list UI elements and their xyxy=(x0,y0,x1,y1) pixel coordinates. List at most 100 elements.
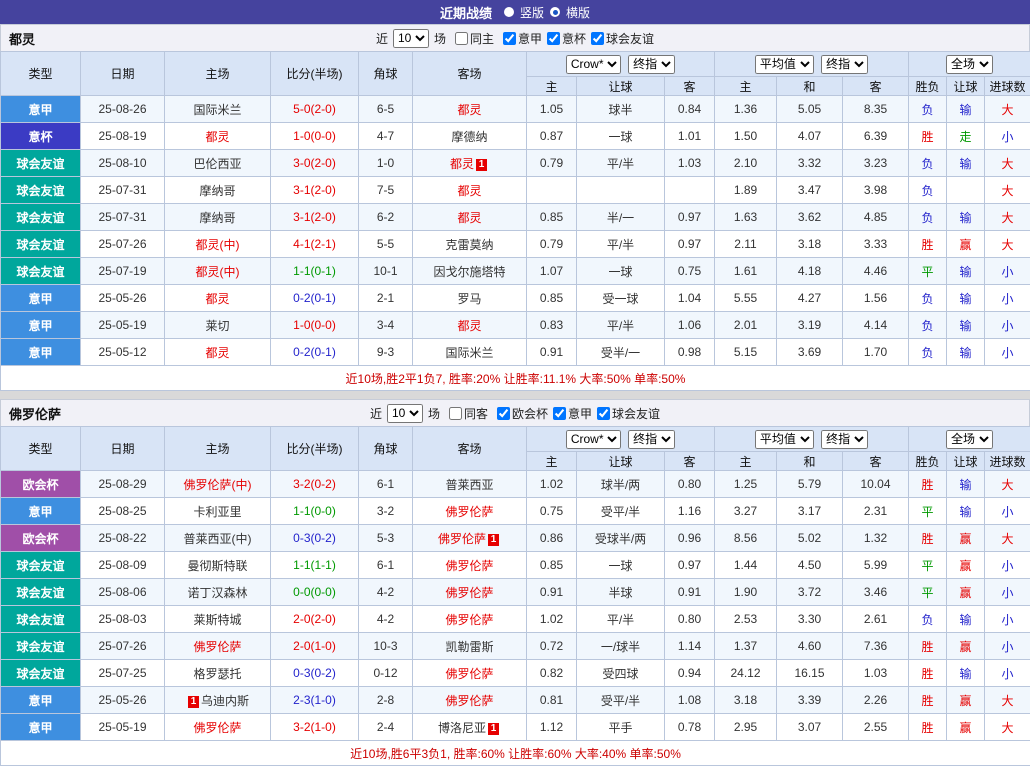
match-date-cell: 25-05-26 xyxy=(81,285,165,312)
corners-cell: 10-3 xyxy=(359,633,413,660)
avg-home-cell: 2.95 xyxy=(715,714,777,741)
match-type-cell: 球会友谊 xyxy=(1,579,81,606)
result-wl-cell: 平 xyxy=(909,258,947,285)
avg-time-select[interactable]: 终指 xyxy=(821,430,868,449)
away-team-cell: 凯勒雷斯 xyxy=(413,633,527,660)
result-wl-cell: 胜 xyxy=(909,660,947,687)
result-handicap-cell: 赢 xyxy=(947,579,985,606)
avg-draw-cell: 4.50 xyxy=(777,552,843,579)
league-option-1[interactable]: 意甲 xyxy=(503,30,542,47)
odds-home-cell: 0.91 xyxy=(527,579,577,606)
league-option-1[interactable]: 欧会杯 xyxy=(497,405,548,422)
scope-select[interactable]: 全场 xyxy=(946,55,993,74)
avg-away-cell: 5.99 xyxy=(843,552,909,579)
avg-home-cell: 24.12 xyxy=(715,660,777,687)
team-name-text: 诺丁汉森林 xyxy=(187,586,247,600)
league-label-3: 球会友谊 xyxy=(606,30,654,47)
odds-company-select[interactable]: Crow* xyxy=(566,430,621,449)
handicap-cell: 平/半 xyxy=(577,150,665,177)
same-venue-label: 同主 xyxy=(470,30,494,47)
same-venue-option[interactable]: 同客 xyxy=(449,405,488,422)
match-type-cell: 意甲 xyxy=(1,312,81,339)
col-avg-draw: 和 xyxy=(777,452,843,471)
score-cell: 0-3(0-2) xyxy=(271,525,359,552)
odds-time-select[interactable]: 终指 xyxy=(628,55,675,74)
league-checkbox-1[interactable] xyxy=(503,32,516,45)
same-venue-checkbox[interactable] xyxy=(455,32,468,45)
league-checkbox-3[interactable] xyxy=(591,32,604,45)
result-handicap-cell: 输 xyxy=(947,660,985,687)
radio-horizontal-icon[interactable] xyxy=(550,7,560,17)
avg-home-cell: 1.50 xyxy=(715,123,777,150)
avg-draw-cell: 16.15 xyxy=(777,660,843,687)
away-team-cell: 摩德纳 xyxy=(413,123,527,150)
team-name-text: 都灵(中) xyxy=(196,238,240,252)
home-team-cell: 摩纳哥 xyxy=(165,204,271,231)
home-team-cell: 曼彻斯特联 xyxy=(165,552,271,579)
result-group-header: 全场 xyxy=(909,52,1030,77)
result-handicap-cell: 赢 xyxy=(947,687,985,714)
col-type: 类型 xyxy=(1,52,81,96)
avg-type-select[interactable]: 平均值 xyxy=(755,55,814,74)
fiorentina-results-table: 类型 日期 主场 比分(半场) 角球 客场 Crow* 终指 平均值 终指 全场 xyxy=(0,426,1030,766)
odds-time-select[interactable]: 终指 xyxy=(628,430,675,449)
league-option-3[interactable]: 球会友谊 xyxy=(591,30,654,47)
col-away: 客场 xyxy=(413,427,527,471)
col-avg-home: 主 xyxy=(715,77,777,96)
odds-home-cell: 0.85 xyxy=(527,552,577,579)
radio-vertical-label[interactable]: 竖版 xyxy=(520,4,544,21)
match-date-cell: 25-07-31 xyxy=(81,177,165,204)
match-date-cell: 25-05-26 xyxy=(81,687,165,714)
match-date-cell: 25-07-31 xyxy=(81,204,165,231)
avg-draw-cell: 3.69 xyxy=(777,339,843,366)
handicap-cell: 受四球 xyxy=(577,660,665,687)
match-row: 欧会杯25-08-22普莱西亚(中)0-3(0-2)5-3佛罗伦萨10.86受球… xyxy=(1,525,1030,552)
result-handicap-cell: 输 xyxy=(947,204,985,231)
league-checkbox-2[interactable] xyxy=(547,32,560,45)
odds-home-cell: 1.05 xyxy=(527,96,577,123)
league-option-2[interactable]: 意甲 xyxy=(553,405,592,422)
avg-home-cell: 5.55 xyxy=(715,285,777,312)
avg-time-select[interactable]: 终指 xyxy=(821,55,868,74)
fiorentina-summary: 近10场,胜6平3负1, 胜率:60% 让胜率:60% 大率:40% 单率:50… xyxy=(1,741,1030,766)
corners-cell: 5-3 xyxy=(359,525,413,552)
handicap-cell: 一球 xyxy=(577,123,665,150)
result-handicap-cell: 输 xyxy=(947,150,985,177)
team-name-text: 都灵 xyxy=(205,346,229,360)
odds-company-select[interactable]: Crow* xyxy=(566,55,621,74)
league-option-2[interactable]: 意杯 xyxy=(547,30,586,47)
home-team-cell: 1乌迪内斯 xyxy=(165,687,271,714)
league-checkbox-3[interactable] xyxy=(597,407,610,420)
result-goals-cell: 大 xyxy=(985,204,1030,231)
match-date-cell: 25-05-12 xyxy=(81,339,165,366)
away-team-cell: 佛罗伦萨 xyxy=(413,498,527,525)
match-date-cell: 25-07-26 xyxy=(81,633,165,660)
away-team-cell: 佛罗伦萨 xyxy=(413,660,527,687)
avg-away-cell: 8.35 xyxy=(843,96,909,123)
match-type-cell: 球会友谊 xyxy=(1,177,81,204)
odds-home-cell: 0.81 xyxy=(527,687,577,714)
league-checkbox-1[interactable] xyxy=(497,407,510,420)
handicap-cell: 一球 xyxy=(577,552,665,579)
match-count-select[interactable]: 10 xyxy=(387,404,423,423)
scope-select[interactable]: 全场 xyxy=(946,430,993,449)
corners-cell: 3-2 xyxy=(359,498,413,525)
same-venue-option[interactable]: 同主 xyxy=(455,30,494,47)
handicap-cell: 半/一 xyxy=(577,204,665,231)
radio-vertical-icon[interactable] xyxy=(504,7,514,17)
avg-type-select[interactable]: 平均值 xyxy=(755,430,814,449)
page-title: 近期战绩 xyxy=(440,3,492,22)
home-team-cell: 国际米兰 xyxy=(165,96,271,123)
col-date: 日期 xyxy=(81,52,165,96)
league-checkbox-2[interactable] xyxy=(553,407,566,420)
avg-away-cell: 1.32 xyxy=(843,525,909,552)
result-handicap-cell: 赢 xyxy=(947,552,985,579)
score-cell: 0-2(0-1) xyxy=(271,285,359,312)
avg-home-cell: 1.61 xyxy=(715,258,777,285)
avg-away-cell: 3.23 xyxy=(843,150,909,177)
same-venue-checkbox[interactable] xyxy=(449,407,462,420)
league-option-3[interactable]: 球会友谊 xyxy=(597,405,660,422)
match-count-select[interactable]: 10 xyxy=(393,29,429,48)
result-wl-cell: 胜 xyxy=(909,231,947,258)
radio-horizontal-label[interactable]: 横版 xyxy=(566,4,590,21)
